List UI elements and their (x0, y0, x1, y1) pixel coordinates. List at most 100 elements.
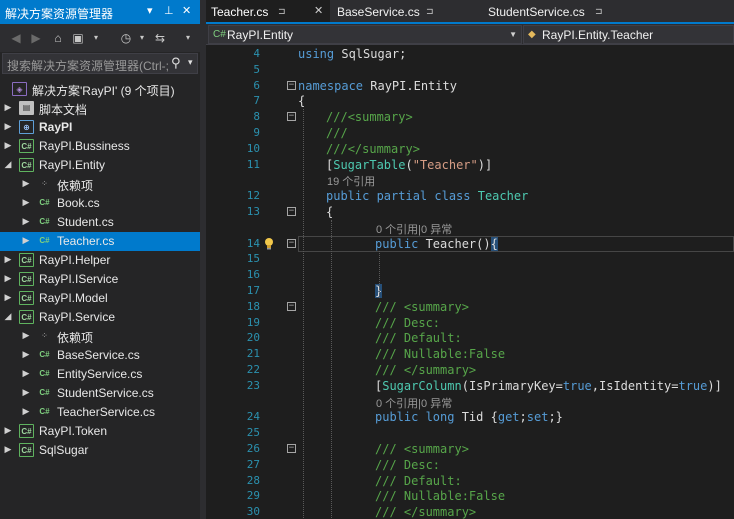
collapse-region-icon[interactable]: − (287, 444, 296, 453)
tab-studentservice-cs[interactable]: StudentService.cs ⊐ (483, 0, 633, 24)
solution-explorer-search-input[interactable]: 搜索解决方案资源管理器(Ctrl-;) ⚲ ▾ (2, 53, 198, 74)
expand-arrow-icon[interactable]: ▶ (21, 406, 31, 417)
tree-item[interactable]: ▶ C# SqlSugar (0, 441, 200, 460)
expand-arrow-icon[interactable]: ▶ (21, 178, 31, 189)
collapse-arrow-icon[interactable]: ◢ (3, 311, 13, 322)
code-text[interactable]: /// (326, 125, 348, 141)
collapse-region-icon[interactable]: − (287, 81, 296, 90)
line-number: 17 (246, 284, 260, 297)
switch-view-icon[interactable]: ▣ (70, 30, 86, 46)
tree-item[interactable]: ▶ C# RayPI.Token (0, 422, 200, 441)
expand-arrow-icon[interactable]: ▶ (3, 254, 13, 265)
code-text[interactable]: /// Nullable:False (375, 346, 505, 362)
window-position-dropdown-icon[interactable]: ▾ (147, 4, 153, 17)
code-text[interactable]: /// Desc: (375, 315, 440, 331)
toolbar-overflow-icon[interactable]: ▾ (180, 30, 196, 46)
pin-icon[interactable]: ⊐ (595, 6, 603, 17)
tree-item[interactable]: ◢ C# RayPI.Entity (0, 156, 200, 175)
collapse-region-icon[interactable]: − (287, 112, 296, 121)
tree-item[interactable]: ◈ 解决方案'RayPI' (9 个项目) (0, 80, 200, 99)
code-text[interactable]: /// Desc: (375, 457, 440, 473)
expand-arrow-icon[interactable]: ▶ (3, 292, 13, 303)
tree-item[interactable]: ▶ C# RayPI.Helper (0, 251, 200, 270)
close-icon[interactable]: ✕ (182, 4, 191, 17)
expand-arrow-icon[interactable]: ▶ (3, 140, 13, 151)
code-line: 21 /// Nullable:False (206, 346, 734, 362)
expand-arrow-icon[interactable]: ▶ (3, 425, 13, 436)
code-text[interactable]: ///<summary> (326, 109, 413, 125)
expand-arrow-icon[interactable]: ▶ (3, 121, 13, 132)
search-icon[interactable]: ⚲ (171, 55, 181, 71)
codelens-references[interactable]: 0 个引用|0 异常 (376, 221, 452, 237)
code-text[interactable]: [SugarTable("Teacher")] (326, 157, 492, 173)
switch-view-dropdown-icon[interactable]: ▾ (88, 30, 104, 46)
code-text[interactable]: /// <summary> (375, 299, 469, 315)
tab-baseservice-cs[interactable]: BaseService.cs ⊐ (332, 0, 482, 24)
project-dropdown[interactable]: C# RayPI.Entity ▼ (208, 25, 522, 44)
expand-arrow-icon[interactable]: ▶ (3, 273, 13, 284)
codelens-references[interactable]: 19 个引用 (327, 173, 375, 189)
expand-arrow-icon[interactable]: ▶ (21, 330, 31, 341)
code-text[interactable]: public partial class Teacher (326, 188, 528, 204)
back-icon[interactable]: ◀ (8, 30, 24, 46)
code-text[interactable]: [SugarColumn(IsPrimaryKey=true,IsIdentit… (375, 378, 722, 394)
tree-item[interactable]: ▶ C# StudentService.cs (0, 384, 200, 403)
tree-item[interactable]: ▶ ⊕ RayPI (0, 118, 200, 137)
lightbulb-icon[interactable] (263, 237, 275, 250)
code-text[interactable]: /// Nullable:False (375, 488, 505, 504)
tree-item[interactable]: ▶ C# TeacherService.cs (0, 403, 200, 422)
close-icon[interactable]: ✕ (314, 4, 323, 17)
code-text[interactable]: namespace RayPI.Entity (298, 78, 457, 94)
tree-item[interactable]: ▶ C# Student.cs (0, 213, 200, 232)
code-text[interactable]: /// </summary> (375, 504, 476, 519)
collapse-arrow-icon[interactable]: ◢ (3, 159, 13, 170)
tree-item[interactable]: ▶ ▤ 脚本文档 (0, 99, 200, 118)
code-text[interactable]: public Teacher(){ (375, 236, 498, 252)
code-editor[interactable]: 4 using SqlSugar; 5 6− namespace RayPI.Entit… (206, 46, 734, 519)
history-icon[interactable]: ◷ (118, 30, 134, 46)
tree-item[interactable]: ▶ ⁘ 依赖项 (0, 175, 200, 194)
collapse-region-icon[interactable]: − (287, 207, 296, 216)
tree-item[interactable]: ▶ C# RayPI.Bussiness (0, 137, 200, 156)
expand-arrow-icon[interactable]: ▶ (21, 349, 31, 360)
code-text[interactable]: using SqlSugar; (298, 46, 406, 62)
tree-item[interactable]: ▶ C# Book.cs (0, 194, 200, 213)
expand-arrow-icon[interactable]: ▶ (21, 387, 31, 398)
tree-item[interactable]: ▶ C# EntityService.cs (0, 365, 200, 384)
solution-explorer-toolbar: ◀ ▶ ⌂ ▣ ▾ ◷ ▾ ⇆ ▾ (0, 24, 200, 52)
pin-icon[interactable]: ⊥ (164, 4, 174, 17)
pin-icon[interactable]: ⊐ (426, 6, 434, 17)
expand-arrow-icon[interactable]: ▶ (21, 235, 31, 246)
tree-item[interactable]: ▶ C# BaseService.cs (0, 346, 200, 365)
code-text[interactable]: { (298, 93, 305, 109)
expand-arrow-icon[interactable]: ▶ (3, 444, 13, 455)
code-text[interactable]: /// Default: (375, 473, 462, 489)
line-number: 25 (246, 426, 260, 439)
code-text[interactable]: /// Default: (375, 330, 462, 346)
tree-item[interactable]: ▶ C# RayPI.IService (0, 270, 200, 289)
tree-item[interactable]: ▶ ⁘ 依赖项 (0, 327, 200, 346)
expand-arrow-icon[interactable]: ▶ (21, 216, 31, 227)
tab-teacher-cs[interactable]: Teacher.cs ⊐ ✕ (206, 0, 330, 24)
code-line: 23 [SugarColumn(IsPrimaryKey=true,IsIdent… (206, 378, 734, 394)
tree-item[interactable]: ▶ C# RayPI.Model (0, 289, 200, 308)
expand-arrow-icon[interactable]: ▶ (3, 102, 13, 113)
forward-icon[interactable]: ▶ (28, 30, 44, 46)
expand-arrow-icon[interactable]: ▶ (21, 197, 31, 208)
collapse-region-icon[interactable]: − (287, 302, 296, 311)
code-text[interactable]: public long Tid {get;set;} (375, 409, 563, 425)
expand-arrow-icon[interactable]: ▶ (21, 368, 31, 379)
code-text[interactable]: ///</summary> (326, 141, 420, 157)
sync-icon[interactable]: ⇆ (152, 30, 168, 46)
tree-item[interactable]: ◢ C# RayPI.Service (0, 308, 200, 327)
code-text[interactable]: { (326, 204, 333, 220)
collapse-region-icon[interactable]: − (287, 239, 296, 248)
code-text[interactable]: /// <summary> (375, 441, 469, 457)
tree-item[interactable]: ▶ C# Teacher.cs (0, 232, 200, 251)
pin-icon[interactable]: ⊐ (278, 6, 286, 17)
search-options-dropdown-icon[interactable]: ▾ (188, 57, 193, 68)
code-text[interactable]: /// </summary> (375, 362, 476, 378)
history-dropdown-icon[interactable]: ▾ (134, 30, 150, 46)
type-dropdown[interactable]: ◆ RayPI.Entity.Teacher (523, 25, 734, 44)
home-icon[interactable]: ⌂ (50, 30, 66, 46)
